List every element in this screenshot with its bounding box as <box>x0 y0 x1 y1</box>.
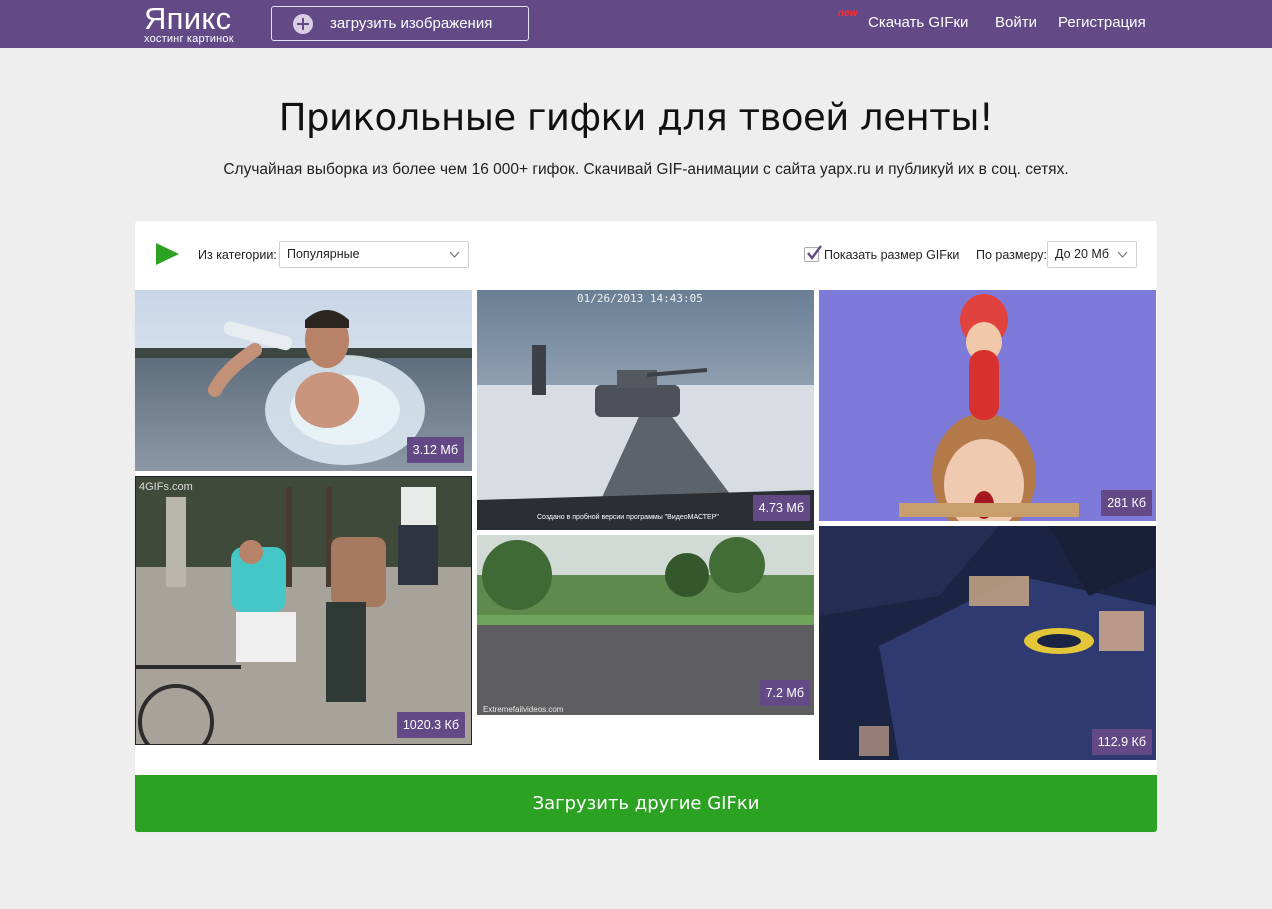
load-more-button[interactable]: Загрузить другие GIFки <box>135 775 1157 832</box>
gif-tile[interactable]: 01/26/2013 14:43:05 Создано в пробной ве… <box>477 290 814 530</box>
checkmark-icon <box>807 245 822 260</box>
category-label: Из категории: <box>198 248 277 262</box>
page-title: Прикольные гифки для твоей ленты! <box>278 96 994 139</box>
gif-image <box>819 526 1156 760</box>
gif-timestamp: 01/26/2013 14:43:05 <box>577 292 703 305</box>
show-size-checkbox[interactable] <box>804 245 822 262</box>
category-value: Популярные <box>287 247 360 261</box>
chevron-down-icon <box>449 251 460 258</box>
gif-watermark: Создано в пробной версии программы "Виде… <box>537 514 719 521</box>
show-size-label[interactable]: Показать размер GIFки <box>824 248 959 262</box>
upload-button-label: загрузить изображения <box>330 15 493 32</box>
size-filter-value: До 20 Мб <box>1055 247 1109 261</box>
gif-watermark: Extremefailvideos.com <box>483 705 564 714</box>
gif-tile[interactable]: Extremefailvideos.com 7.2 Мб <box>477 535 814 715</box>
load-more-label: Загрузить другие GIFки <box>532 793 760 814</box>
gif-size-badge: 281 Кб <box>1101 490 1152 516</box>
gif-size-badge: 112.9 Кб <box>1091 729 1152 755</box>
nav-login[interactable]: Войти <box>995 14 1037 31</box>
chevron-down-icon <box>1117 251 1128 258</box>
category-select[interactable]: Популярные <box>279 241 469 268</box>
play-icon[interactable] <box>156 243 180 265</box>
gif-image <box>477 290 814 530</box>
gif-tile[interactable]: 4GIFs.com 1020.3 Кб <box>135 476 472 745</box>
site-logo[interactable]: Япикс хостинг картинок <box>144 2 234 45</box>
plus-circle-icon <box>293 13 313 34</box>
gif-size-badge: 7.2 Мб <box>759 680 810 706</box>
page-subtitle: Случайная выборка из более чем 16 000+ г… <box>223 161 1069 178</box>
upload-images-button[interactable]: загрузить изображения <box>271 6 529 41</box>
nav-register[interactable]: Регистрация <box>1058 14 1146 31</box>
gif-size-badge: 4.73 Мб <box>752 495 810 521</box>
logo-subtitle: хостинг картинок <box>144 33 234 45</box>
logo-title: Япикс <box>144 1 232 36</box>
new-badge: new <box>838 8 858 19</box>
size-filter-select[interactable]: До 20 Мб <box>1047 241 1137 268</box>
gif-size-badge: 3.12 Мб <box>406 437 464 463</box>
nav-download-gifs[interactable]: Скачать GIFки <box>868 14 968 31</box>
gif-tile[interactable]: 281 Кб <box>819 290 1156 521</box>
gif-tile[interactable]: 3.12 Мб <box>135 290 472 471</box>
gif-image <box>819 290 1156 521</box>
gif-size-badge: 1020.3 Кб <box>396 712 465 738</box>
gif-image <box>136 477 471 744</box>
gif-tile[interactable]: 112.9 Кб <box>819 526 1156 760</box>
size-filter-label: По размеру: <box>976 248 1047 262</box>
gif-corner-watermark: 4GIFs.com <box>139 481 193 493</box>
